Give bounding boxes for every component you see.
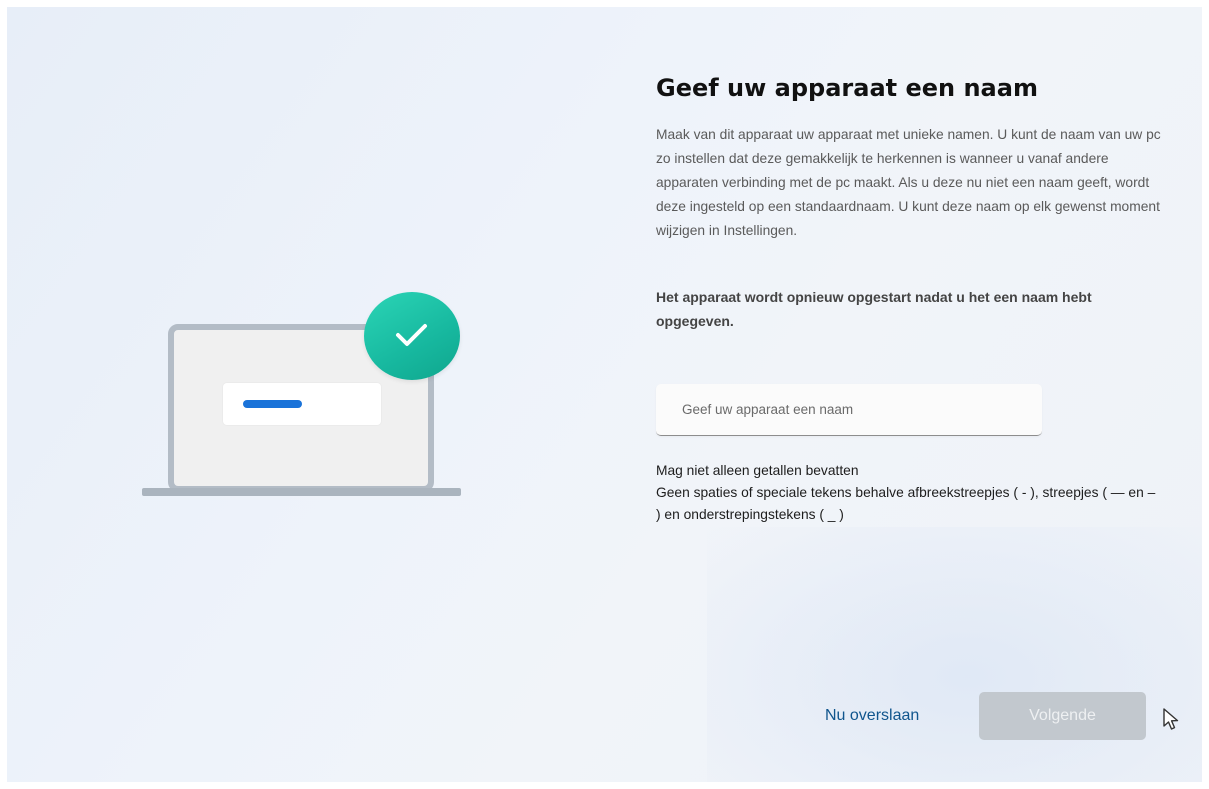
next-button[interactable]: Volgende xyxy=(979,692,1146,740)
skip-now-link[interactable]: Nu overslaan xyxy=(825,707,919,725)
device-illustration xyxy=(7,7,607,782)
device-name-card xyxy=(223,383,381,425)
description-text: Maak van dit apparaat uw apparaat met un… xyxy=(656,127,1161,238)
mouse-cursor-icon xyxy=(1163,708,1179,730)
laptop-base xyxy=(142,488,461,496)
restart-note: Het apparaat wordt opnieuw opgestart nad… xyxy=(656,289,1092,329)
checkmark-badge xyxy=(364,292,460,380)
page-title: Geef uw apparaat een naam xyxy=(656,74,1038,102)
device-name-bar xyxy=(243,400,302,408)
naming-rules: Mag niet alleen getallen bevatten Geen s… xyxy=(656,460,1156,526)
setup-window: Geef uw apparaat een naam Maak van dit a… xyxy=(7,7,1202,782)
rule-item: Mag niet alleen getallen bevatten xyxy=(656,463,859,478)
device-name-input[interactable] xyxy=(656,384,1042,436)
rule-item: Geen spaties of speciale tekens behalve … xyxy=(656,485,1156,522)
checkmark-icon xyxy=(396,324,427,346)
